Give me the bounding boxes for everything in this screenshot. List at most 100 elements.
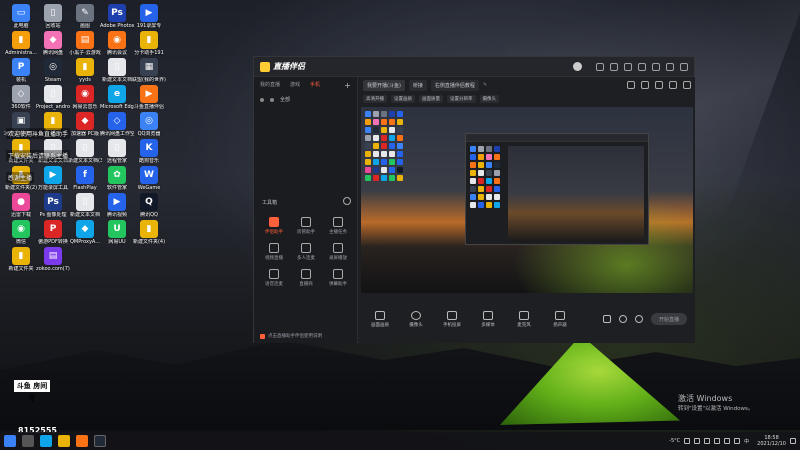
desktop-icon[interactable]: e Microsoft Edge — [100, 85, 134, 110]
tool-item[interactable]: 录屏播放 — [322, 243, 354, 261]
tool-item[interactable]: 弹幕助手 — [322, 269, 354, 287]
desktop-icon[interactable]: ◎ Steam — [36, 58, 70, 83]
start-live-button[interactable]: 开始直播 — [651, 313, 687, 325]
desktop-icon[interactable]: ▮ Administra... — [4, 31, 38, 56]
notification-icon[interactable] — [669, 81, 677, 89]
close-icon[interactable] — [680, 62, 688, 71]
chip-camera[interactable]: 摄像头 — [479, 95, 499, 103]
desktop-icon[interactable]: ▮ 分卡助手191 — [132, 31, 166, 56]
main-tab-bridge[interactable]: 桥接 — [408, 79, 427, 91]
tray-icon-1[interactable] — [684, 438, 691, 444]
desktop-icon[interactable]: ▯ 新建文本文档 — [100, 58, 134, 83]
search-icon[interactable] — [22, 435, 34, 447]
desktop-icon[interactable]: ▶ 万能录屏工具 — [36, 166, 70, 191]
start-icon[interactable] — [4, 435, 16, 447]
chip-hd[interactable]: 高清开播 — [363, 95, 387, 103]
tool-item[interactable]: 主播任务 — [322, 217, 354, 235]
desktop-icon[interactable]: ▶ 191录屏专 — [132, 4, 166, 29]
desktop-icon[interactable]: ▯Project_android — [36, 85, 70, 110]
control-microphone[interactable]: 麦克风 — [511, 310, 537, 328]
clock[interactable]: 18:58 2021/12/10 — [757, 435, 786, 447]
desktop-icon[interactable]: ✎ 画图 — [68, 4, 102, 29]
sidebar-footer[interactable]: 点击直播助手伴侣使用说明 — [260, 333, 322, 339]
desktop-icon[interactable]: ◉ 微信 — [4, 220, 38, 245]
lock-scene-icon[interactable] — [641, 81, 649, 89]
desktop-icon[interactable]: Q 腾讯QQ — [132, 193, 166, 218]
desktop-icon[interactable]: ▦ 联盟(我的世界) — [132, 58, 166, 83]
control-media[interactable]: 多媒体 — [475, 310, 501, 328]
main-tab-go-live[interactable]: 我要开播(斗鱼) — [363, 79, 405, 91]
desktop-icon[interactable]: ▯ 回收站 — [36, 4, 70, 29]
desktop-icon[interactable]: P 傲游PDF转换 — [36, 220, 70, 245]
control-phone-cast[interactable]: 手机投屏 — [439, 310, 465, 328]
desktop-icon[interactable]: ▭ 此电脑 — [4, 4, 38, 29]
tool-item[interactable]: 伴侣助手 — [258, 217, 290, 235]
layout-icon[interactable] — [627, 81, 635, 89]
desktop-icon[interactable]: ▤ 小黑子·云游戏 — [68, 31, 102, 56]
main-tab-tutorial[interactable]: 右侧直播伴侣教程 — [430, 79, 479, 91]
desktop-icon[interactable]: ▯ 新建文本文档 — [68, 193, 102, 218]
record-video-icon[interactable] — [603, 315, 611, 323]
beauty-icon[interactable] — [619, 315, 627, 323]
desktop-icon[interactable]: PsAdobe Photosh... — [100, 4, 134, 29]
tools-settings-icon[interactable] — [343, 197, 351, 205]
desktop-icon[interactable]: W WeGame — [132, 166, 166, 191]
user-avatar[interactable] — [573, 62, 582, 71]
maximize-icon[interactable] — [666, 62, 674, 71]
lock-icon[interactable] — [270, 97, 274, 102]
tray-icon-2[interactable] — [694, 438, 701, 444]
chip-quality[interactable]: 设置画质 — [391, 95, 415, 103]
desktop-icon[interactable]: K 酷狗音乐 — [132, 139, 166, 164]
steam-taskbar-icon[interactable] — [94, 435, 106, 447]
desktop-icon[interactable]: ◆ 加速器 PC版 — [68, 112, 102, 137]
settings-icon[interactable] — [624, 62, 632, 71]
desktop-icon[interactable]: ◉ 腾讯会议 — [100, 31, 134, 56]
weather-text[interactable]: -5°C — [669, 438, 680, 444]
gear-icon[interactable] — [635, 315, 643, 323]
notification-center-icon[interactable] — [790, 438, 796, 444]
message-icon[interactable] — [596, 62, 604, 71]
minimize-icon[interactable] — [652, 62, 660, 71]
edge-taskbar-icon[interactable] — [40, 435, 52, 447]
tray-icon-4[interactable] — [714, 438, 721, 444]
desktop-icon[interactable]: ▤ zokoo.com(7) — [36, 247, 70, 272]
desktop-icon[interactable]: ✿ 软件管家 — [100, 166, 134, 191]
menu-icon[interactable] — [638, 62, 646, 71]
desktop-icon[interactable]: ▮ yyds — [68, 58, 102, 83]
desktop-icon[interactable]: ◎ QQ浏览器 — [132, 112, 166, 137]
input-language[interactable]: 中 — [744, 438, 749, 445]
tab-mobile[interactable]: 手机 — [310, 81, 320, 90]
desktop-icon[interactable]: ◇腾讯网盘工作空间 — [100, 112, 134, 137]
skin-icon[interactable] — [610, 62, 618, 71]
desktop-icon[interactable]: ● 迅雷下载 — [4, 193, 38, 218]
control-camera[interactable]: 摄像头 — [403, 310, 429, 328]
tool-item[interactable]: 视频直播 — [258, 243, 290, 261]
desktop-icon[interactable]: ◆ 腾讯网盘 — [36, 31, 70, 56]
share-icon[interactable] — [683, 81, 691, 89]
record-icon[interactable] — [655, 81, 663, 89]
desktop-icon[interactable]: U 网易UU — [100, 220, 134, 245]
desktop-icon[interactable]: ▮ 新建文件夹(4) — [132, 220, 166, 245]
desktop-icon[interactable]: ◇ 360软件 — [4, 85, 38, 110]
edit-icon[interactable]: ✎ — [483, 82, 487, 88]
tool-item[interactable]: 房管助手 — [290, 217, 322, 235]
explorer-taskbar-icon[interactable] — [58, 435, 70, 447]
stream-preview[interactable] — [361, 107, 693, 293]
volume-icon[interactable] — [734, 438, 741, 444]
add-scene-icon[interactable]: + — [344, 81, 351, 90]
desktop-icon[interactable]: P 装机 — [4, 58, 38, 83]
desktop-icon[interactable]: ◆ QMProxyA... — [68, 220, 102, 245]
tab-game[interactable]: 游戏 — [290, 81, 300, 90]
desktop-icon[interactable]: ▯ 新建文本文档(3) — [68, 139, 102, 164]
tab-my-live[interactable]: 我的直播 — [260, 81, 280, 90]
tool-item[interactable]: 直播商 — [290, 269, 322, 287]
tray-icon-3[interactable] — [704, 438, 711, 444]
tool-item[interactable]: 多人连麦 — [290, 243, 322, 261]
scene-row[interactable]: 全部 — [254, 94, 357, 105]
control-speaker[interactable]: 扬声器 — [547, 310, 573, 328]
desktop-icon[interactable]: ▮ 新建文件夹 — [4, 247, 38, 272]
tool-item[interactable]: 语音连麦 — [258, 269, 290, 287]
desktop-icon[interactable]: f FlashPlay — [68, 166, 102, 191]
desktop-icon[interactable]: Ps Ps 图像处理 — [36, 193, 70, 218]
douyu-taskbar-icon[interactable] — [76, 435, 88, 447]
